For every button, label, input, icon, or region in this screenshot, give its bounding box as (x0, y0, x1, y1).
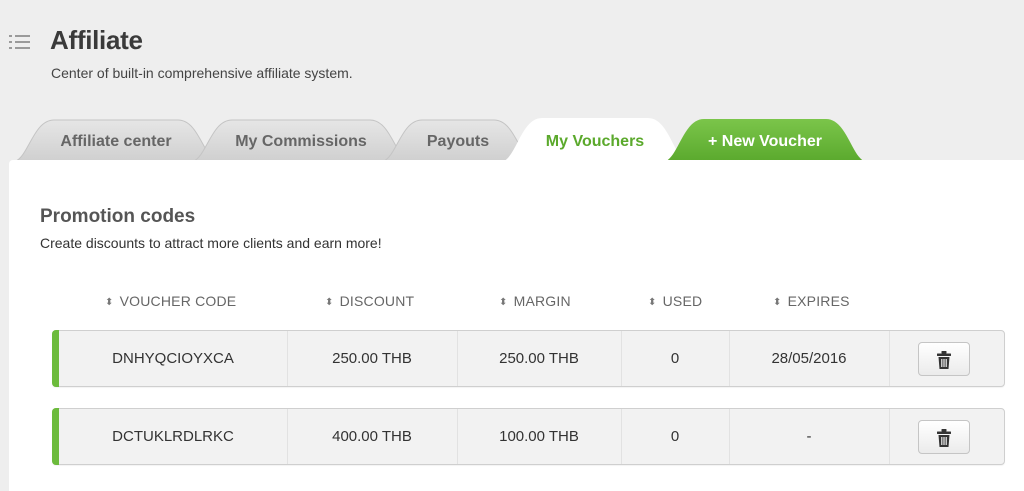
trash-icon (937, 429, 951, 447)
voucher-code: DNHYQCIOYXCA (112, 350, 234, 367)
tab-my-commissions[interactable]: My Commissions (190, 118, 412, 162)
used-value: 0 (670, 350, 680, 367)
sort-icon: ⬍ (499, 297, 508, 308)
trash-icon (937, 351, 951, 369)
page-subtitle: Center of built-in comprehensive affilia… (51, 65, 353, 81)
new-voucher-button[interactable]: + New Voucher (662, 118, 868, 162)
column-header-voucher-code[interactable]: ⬍ VOUCHER CODE (105, 293, 236, 309)
list-icon[interactable] (9, 34, 31, 50)
vouchers-panel: Promotion codes Create discounts to attr… (9, 160, 1024, 491)
tab-label: + New Voucher (708, 133, 822, 150)
expires-value: - (806, 428, 812, 445)
section-title: Promotion codes (40, 206, 196, 227)
discount-value: 250.00 THB (332, 350, 412, 367)
used-value: 0 (670, 428, 680, 445)
voucher-code: DCTUKLRDLRKC (112, 428, 234, 445)
column-header-expires[interactable]: ⬍ EXPIRES (773, 293, 850, 309)
sort-icon: ⬍ (105, 297, 114, 308)
page-title: Affiliate (50, 25, 143, 55)
delete-voucher-button[interactable] (918, 342, 970, 376)
column-header-used[interactable]: ⬍ USED (648, 293, 702, 309)
expires-value: 28/05/2016 (771, 350, 847, 367)
tab-bar: Affiliate center My Commissions Payouts … (0, 118, 1024, 162)
discount-value: 400.00 THB (332, 428, 412, 445)
sort-icon: ⬍ (773, 297, 782, 308)
table-row: DNHYQCIOYXCA 250.00 THB 250.00 THB 0 28/… (52, 330, 1005, 387)
tab-label: Affiliate center (60, 133, 172, 150)
table-row: DCTUKLRDLRKC 400.00 THB 100.00 THB 0 - (52, 408, 1005, 465)
tab-label: My Commissions (235, 133, 367, 150)
sort-icon: ⬍ (648, 297, 657, 308)
margin-value: 250.00 THB (499, 350, 579, 367)
section-subtitle: Create discounts to attract more clients… (40, 235, 382, 251)
column-header-discount[interactable]: ⬍ DISCOUNT (325, 293, 414, 309)
tab-affiliate-center[interactable]: Affiliate center (12, 118, 220, 162)
delete-voucher-button[interactable] (918, 420, 970, 454)
column-header-margin[interactable]: ⬍ MARGIN (499, 293, 571, 309)
row-accent-bar (52, 330, 59, 387)
sort-icon: ⬍ (325, 297, 334, 308)
row-accent-bar (52, 408, 59, 465)
margin-value: 100.00 THB (499, 428, 579, 445)
